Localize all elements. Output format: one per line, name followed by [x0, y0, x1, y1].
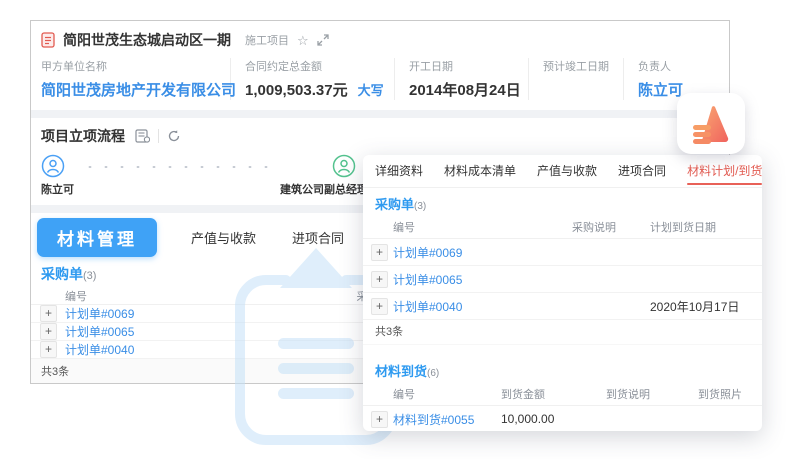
col-number: 编号 [393, 386, 501, 402]
table-row: + 材料到货#0055 10,000.00 [363, 406, 762, 431]
field-label: 合同约定总金额 [245, 58, 380, 74]
app-logo-icon [689, 103, 733, 145]
tab-detail-info[interactable]: 详细资料 [375, 155, 423, 188]
section-divider [31, 110, 729, 118]
planned-date-cell: 2020年10月17日 [650, 298, 762, 315]
field-label: 预计竣工日期 [543, 58, 609, 74]
field-label: 甲方单位名称 [41, 58, 216, 74]
arrival-amount-cell: 10,000.00 [501, 412, 606, 426]
material-arrival-link[interactable]: 材料到货#0055 [393, 411, 501, 428]
tab-material-cost-list[interactable]: 材料成本清单 [444, 155, 516, 188]
material-arrival-section-title: 材料到货(6) [363, 355, 762, 383]
flow-detail-icon[interactable] [135, 129, 150, 143]
star-icon[interactable]: ☆ [297, 34, 309, 47]
material-management-button[interactable]: 材料管理 [37, 218, 157, 257]
section-count: (3) [414, 201, 426, 212]
start-date-value: 2014年08月24日 [409, 79, 514, 100]
flow-title: 项目立项流程 [41, 126, 125, 146]
summary-fields: 甲方单位名称 简阳世茂房地产开发有限公司 合同约定总金额 1,009,503.3… [31, 56, 729, 110]
expected-completion-value [543, 79, 609, 97]
section-title-text: 材料到货 [375, 364, 427, 379]
expand-row-button[interactable]: + [371, 271, 388, 288]
col-purchase-desc: 采购说明 [538, 219, 650, 235]
col-planned-date: 计划到货日期 [650, 219, 762, 235]
expand-icon[interactable] [317, 34, 329, 46]
approval-flow-header: 项目立项流程 [31, 118, 729, 150]
purchase-order-link[interactable]: 计划单#0065 [393, 271, 538, 288]
purchase-order-link[interactable]: 计划单#0040 [393, 298, 538, 315]
field-party-a: 甲方单位名称 简阳世茂房地产开发有限公司 [41, 58, 231, 100]
purchase-order-link[interactable]: 计划单#0069 [393, 244, 538, 261]
party-a-link[interactable]: 简阳世茂房地产开发有限公司 [41, 79, 216, 100]
expand-row-button[interactable]: + [371, 298, 388, 315]
section-count: (3) [83, 270, 96, 282]
document-icon [41, 32, 55, 48]
flow-step-label: 陈立可 [41, 181, 74, 197]
table-total-count: 共3条 [363, 320, 762, 345]
field-contract-amount: 合同约定总金额 1,009,503.37元大写 [245, 58, 395, 100]
table-row: + 计划单#0065 [363, 266, 762, 293]
table-row: + 计划单#0040 2020年10月17日 [363, 293, 762, 320]
project-type-tag: 施工项目 [245, 32, 289, 48]
purchase-table-header: 编号 采购说明 计划到货日期 [363, 216, 762, 239]
field-expected-completion: 预计竣工日期 [543, 58, 624, 100]
page-title: 简阳世茂生态城启动区一期 [63, 30, 231, 50]
expand-row-button[interactable]: + [40, 305, 57, 322]
purchase-order-link[interactable]: 计划单#0069 [65, 305, 243, 322]
col-arrival-desc: 到货说明 [606, 386, 698, 402]
tab-incoming-contracts[interactable]: 进项合同 [290, 219, 346, 256]
field-label: 开工日期 [409, 58, 514, 74]
icon-divider [158, 129, 159, 143]
section-title-text: 采购单 [41, 266, 83, 282]
expand-row-button[interactable]: + [371, 411, 388, 428]
purchase-order-link[interactable]: 计划单#0065 [65, 323, 243, 340]
flow-connector-dots [82, 166, 272, 168]
contract-amount-value: 1,009,503.37元大写 [245, 79, 380, 100]
col-number: 编号 [65, 288, 243, 304]
avatar-icon-blue[interactable] [41, 154, 65, 178]
section-count: (6) [427, 368, 439, 379]
col-number: 编号 [393, 219, 538, 235]
field-label: 负责人 [638, 58, 691, 74]
amount-text: 1,009,503.37元 [245, 82, 348, 99]
col-arrival-amount: 到货金额 [501, 386, 606, 402]
avatar-icon-green[interactable] [332, 154, 356, 178]
expand-row-button[interactable]: + [371, 244, 388, 261]
detail-panel: 详细资料 材料成本清单 产值与收款 进项合同 材料计划/到货 劳务工人 采购单(… [363, 155, 762, 431]
tab-output-and-receipts[interactable]: 产值与收款 [189, 219, 258, 256]
tab-output-and-receipts[interactable]: 产值与收款 [537, 155, 597, 188]
page: 简阳世茂生态城启动区一期 施工项目 ☆ 甲方单位名称 简阳世茂房地产开发有限公司… [0, 0, 792, 459]
expand-row-button[interactable]: + [40, 341, 57, 358]
expand-row-button[interactable]: + [40, 323, 57, 340]
tab-material-plan-arrival[interactable]: 材料计划/到货 [687, 155, 762, 188]
col-arrival-photo: 到货照片 [698, 386, 762, 402]
section-title-text: 采购单 [375, 197, 414, 212]
table-row: + 计划单#0069 [363, 239, 762, 266]
purchase-order-link[interactable]: 计划单#0040 [65, 341, 243, 358]
amount-capital-link[interactable]: 大写 [358, 83, 384, 98]
refresh-icon[interactable] [167, 129, 181, 143]
section-gap [363, 345, 762, 355]
panel-tabbar: 详细资料 材料成本清单 产值与收款 进项合同 材料计划/到货 劳务工人 [363, 155, 762, 188]
flow-step-owner: 陈立可 [41, 154, 74, 197]
tab-incoming-contracts[interactable]: 进项合同 [618, 155, 666, 188]
purchase-order-section-title: 采购单(3) [363, 188, 762, 216]
field-start-date: 开工日期 2014年08月24日 [409, 58, 529, 100]
window-header: 简阳世茂生态城启动区一期 施工项目 ☆ [31, 21, 729, 56]
app-logo-badge [677, 93, 745, 154]
arrival-table-header: 编号 到货金额 到货说明 到货照片 [363, 383, 762, 406]
approver-role: 建筑公司副总经理 [280, 184, 368, 196]
